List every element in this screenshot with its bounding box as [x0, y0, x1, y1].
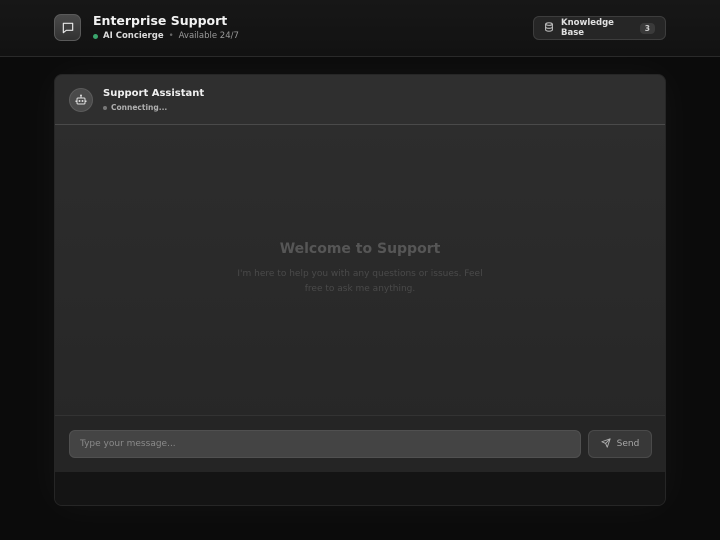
welcome-text: I'm here to help you with any questions …	[237, 269, 483, 294]
knowledge-base-button[interactable]: Knowledge Base 3	[533, 16, 666, 40]
connection-status: Connecting...	[103, 103, 167, 112]
robot-icon	[69, 88, 93, 112]
status-text: Connecting...	[111, 103, 168, 112]
welcome-title: Welcome to Support	[279, 241, 441, 257]
message-composer: Send	[55, 415, 665, 472]
send-icon	[601, 437, 611, 451]
availability-label: Available 24/7	[178, 31, 239, 41]
assistant-name: Support Assistant	[103, 88, 205, 99]
chat-panel: Support Assistant Connecting... Welcome …	[55, 75, 665, 472]
message-input[interactable]	[69, 430, 581, 458]
online-status-dot	[93, 33, 98, 39]
separator-dot: •	[168, 31, 174, 41]
database-icon	[544, 21, 554, 35]
chat-bubble-icon	[54, 14, 81, 41]
knowledge-base-count-badge: 3	[639, 22, 655, 34]
header-subtitle: AI Concierge • Available 24/7	[93, 31, 239, 41]
send-button[interactable]: Send	[588, 430, 652, 458]
chat-header: Support Assistant Connecting...	[55, 75, 665, 125]
send-label: Send	[616, 439, 640, 449]
app-header: Enterprise Support AI Concierge • Availa…	[0, 0, 720, 57]
chat-card: Support Assistant Connecting... Welcome …	[54, 74, 666, 506]
status-dot	[103, 105, 107, 110]
concierge-label: AI Concierge	[103, 31, 164, 41]
card-footer	[55, 472, 665, 505]
knowledge-base-label: Knowledge Base	[561, 18, 614, 38]
page-title: Enterprise Support	[93, 13, 228, 28]
